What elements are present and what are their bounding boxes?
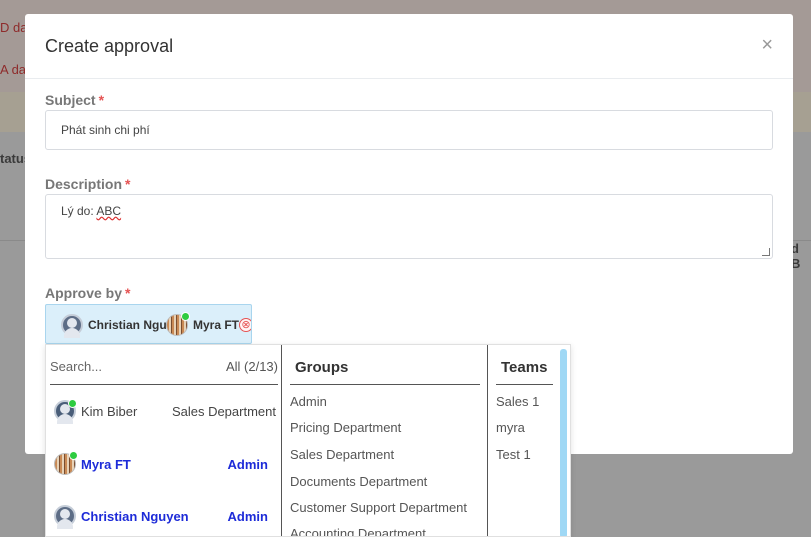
team-item[interactable]: myra: [496, 420, 525, 435]
subject-label: Subject *: [45, 92, 104, 108]
teams-heading: Teams: [501, 359, 548, 376]
remove-selection-icon[interactable]: ⊗: [239, 318, 251, 332]
approve-by-label: Approve by *: [45, 285, 130, 301]
group-item[interactable]: Customer Support Department: [290, 500, 467, 515]
description-label-text: Description: [45, 176, 123, 192]
online-status-icon: [68, 399, 77, 408]
description-textarea[interactable]: Lý do: ABC: [45, 194, 773, 259]
user-department: Admin: [227, 456, 268, 472]
dropdown-scrollbar[interactable]: [560, 349, 567, 536]
users-column: Search... All (2/13) Kim Biber Sales Dep…: [46, 345, 282, 536]
teams-divider: [496, 384, 553, 385]
required-marker: *: [98, 92, 105, 108]
selected-approver: Myra FT: [166, 312, 240, 336]
striped-avatar-icon: [166, 312, 190, 336]
search-input[interactable]: Search...: [50, 359, 102, 374]
team-item[interactable]: Test 1: [496, 447, 531, 462]
group-item[interactable]: Admin: [290, 394, 327, 409]
description-text: Lý do:: [61, 204, 97, 218]
user-name: Christian Nguyen: [81, 508, 189, 524]
team-item[interactable]: Sales 1: [496, 394, 539, 409]
teams-column: Teams Sales 1 myra Test 1: [496, 345, 556, 536]
selected-approver-name: Myra FT: [193, 318, 240, 332]
group-item[interactable]: Accounting Department: [290, 526, 426, 536]
user-list-item[interactable]: Myra FT Admin: [54, 450, 278, 478]
groups-heading: Groups: [295, 359, 349, 376]
user-list-item[interactable]: Christian Nguyen Admin: [54, 502, 278, 530]
approve-by-label-text: Approve by: [45, 285, 123, 301]
groups-column: Groups Admin Pricing Department Sales De…: [290, 345, 488, 536]
user-department: Admin: [227, 508, 268, 524]
description-text-misspelled: ABC: [96, 204, 122, 218]
background-column-label: d B: [791, 241, 801, 271]
modal-header: Create approval ×: [25, 14, 793, 79]
required-marker: *: [125, 176, 131, 192]
person-silhouette-icon: [54, 399, 77, 424]
resize-handle-icon[interactable]: [762, 248, 770, 256]
search-box: Search... All (2/13): [50, 353, 278, 385]
group-item[interactable]: Documents Department: [290, 474, 427, 489]
subject-input[interactable]: Phát sinh chi phí: [45, 110, 773, 150]
group-item[interactable]: Sales Department: [290, 447, 394, 462]
person-silhouette-icon: [61, 314, 83, 338]
user-department: Sales Department: [171, 403, 276, 419]
groups-divider: [290, 384, 480, 385]
striped-avatar-icon: [54, 451, 78, 475]
group-item[interactable]: Pricing Department: [290, 420, 401, 435]
description-label: Description *: [45, 176, 130, 192]
user-list-item[interactable]: Kim Biber Sales Department: [54, 397, 278, 425]
subject-label-text: Subject: [45, 92, 96, 108]
user-name: Kim Biber: [81, 403, 138, 419]
modal-title: Create approval: [45, 36, 174, 56]
person-silhouette-icon: [54, 505, 76, 529]
user-name: Myra FT: [81, 456, 131, 472]
online-status-icon: [181, 312, 190, 321]
close-icon[interactable]: ×: [761, 35, 773, 55]
online-status-icon: [69, 451, 78, 460]
approver-dropdown: Search... All (2/13) Kim Biber Sales Dep…: [45, 344, 571, 537]
selected-approver-name: Christian Ngu: [88, 318, 167, 332]
filter-all-count[interactable]: All (2/13): [226, 359, 278, 374]
selected-approver: Christian Ngu: [61, 314, 167, 338]
approve-by-select[interactable]: Christian Ngu Myra FT ⊗: [45, 304, 252, 344]
required-marker: *: [125, 285, 131, 301]
